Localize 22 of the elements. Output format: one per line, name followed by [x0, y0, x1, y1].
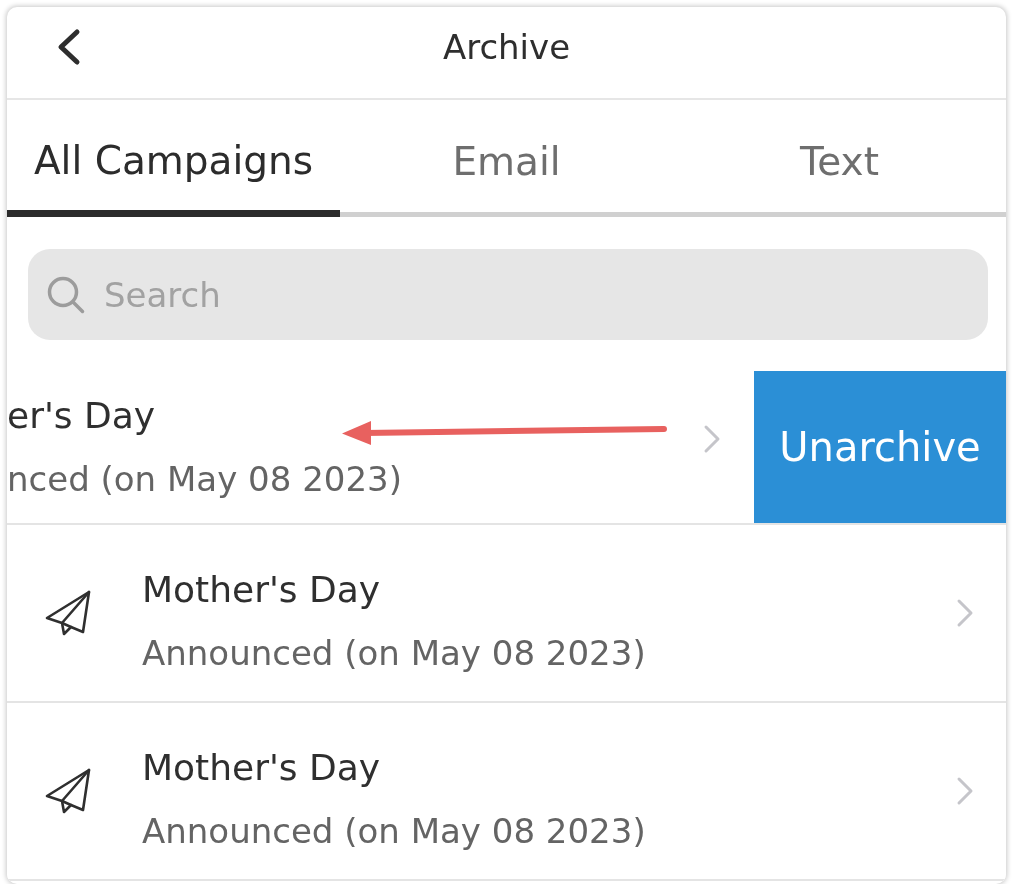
campaign-row[interactable]: Mother's Day Announced (on May 08 2023)	[7, 703, 1006, 881]
unarchive-button[interactable]: Unarchive	[754, 371, 1006, 523]
chevron-right-icon	[955, 775, 975, 807]
campaign-status: nced (on May 08 2023)	[7, 459, 402, 499]
campaign-status: Announced (on May 08 2023)	[142, 633, 646, 673]
paper-plane-icon	[45, 590, 91, 636]
tab[interactable]: Text	[673, 100, 1006, 217]
chevron-left-icon	[56, 27, 82, 66]
search-field[interactable]: Search	[28, 249, 988, 340]
chevron-right-icon	[955, 597, 975, 629]
screen-title: Archive	[442, 26, 571, 67]
campaign-title: Mother's Day	[142, 568, 381, 612]
campaign-title: er's Day	[7, 394, 156, 438]
campaign-row[interactable]: er's Day nced (on May 08 2023) Unarchive	[7, 355, 1006, 525]
campaign-status: Announced (on May 08 2023)	[142, 811, 646, 851]
search-icon	[47, 276, 85, 314]
chevron-right-icon	[702, 423, 722, 455]
paper-plane-icon	[45, 768, 91, 814]
back-button[interactable]	[56, 27, 82, 66]
tab[interactable]: All Campaigns	[7, 100, 340, 217]
campaign-row[interactable]: Mother's Day Announced (on May 08 2023)	[7, 525, 1006, 703]
campaign-title: Mother's Day	[142, 746, 381, 790]
